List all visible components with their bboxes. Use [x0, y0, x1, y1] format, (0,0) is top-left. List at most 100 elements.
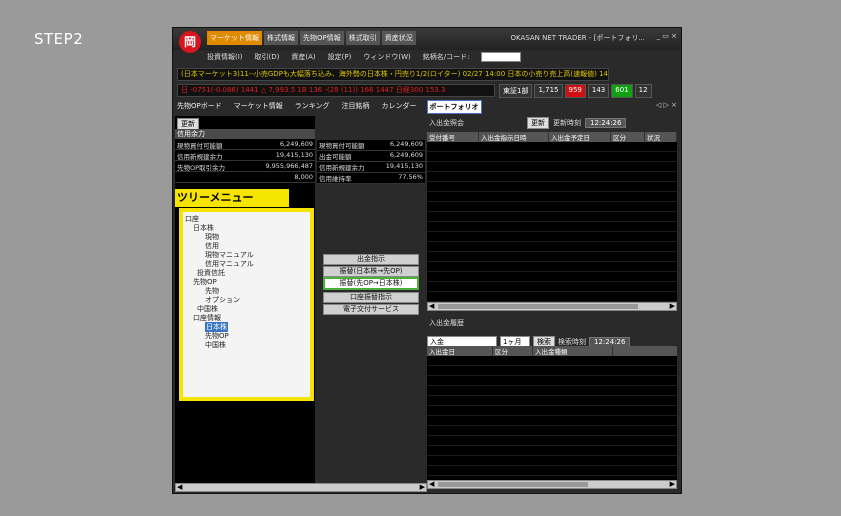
left-row: 信用新規建余力 19,415,130 — [175, 151, 315, 161]
transfer-to-futures-button[interactable]: 振替(日本株→先OP) — [323, 266, 419, 277]
tab-market-info[interactable]: マーケット情報 — [232, 100, 285, 114]
scroll-left-icon[interactable]: ◀ — [177, 483, 182, 491]
mid-row: 出金可能額 6,249,609 — [317, 151, 425, 162]
tab-watch[interactable]: 注目銘柄 — [340, 100, 372, 114]
row-value: 6,249,609 — [389, 140, 423, 148]
col-header[interactable]: 入出金予定日 — [549, 132, 611, 142]
top-tab-futures-info[interactable]: 先物OP情報 — [300, 31, 344, 45]
app-logo-icon: 岡 — [179, 31, 201, 53]
update-time-label: 更新時刻 — [553, 119, 581, 127]
index-ticker: 日 -0751(-0.086) 1441 △ 7,993.5 1B 136 -(… — [177, 84, 495, 97]
row-value: 6,249,609 — [279, 140, 313, 148]
menu-bar: 投資情報(I) 取引(D) 資産(A) 設定(P) ウィンドウ(W) 銘柄名/コ… — [207, 52, 677, 66]
left-row: 現物買付可能額 6,249,609 — [175, 140, 315, 150]
panel-title: 入出金照会 — [429, 119, 464, 127]
step-label: STEP2 — [34, 30, 84, 48]
row-label: 先物OP取引余力 — [177, 164, 226, 172]
scroll-left-icon[interactable]: ◀ — [429, 302, 434, 310]
row-label: 信用新規建余力 — [319, 164, 365, 172]
scroll-left-icon[interactable]: ◀ — [429, 480, 434, 488]
col-header[interactable]: 入出金種類 — [533, 346, 613, 356]
left-horizontal-scrollbar[interactable]: ◀ ▶ — [175, 483, 427, 492]
code-label: 銘柄名/コード: — [422, 53, 470, 61]
scroll-thumb[interactable] — [438, 304, 638, 309]
left-header: 信用余力 — [175, 129, 315, 139]
row-label: 現物買付可能額 — [177, 142, 223, 150]
row-value: 8,000 — [294, 173, 313, 181]
top-tab-stock-trade[interactable]: 株式取引 — [345, 31, 380, 45]
scroll-thumb[interactable] — [438, 482, 588, 487]
tab-ranking[interactable]: ランキング — [293, 100, 332, 114]
update-button[interactable]: 更新 — [527, 117, 549, 129]
row-label: 出金可能額 — [319, 153, 352, 161]
stat-2: 959 — [564, 84, 586, 98]
mid-row: 現物買付可能額 6,249,609 — [317, 140, 425, 151]
top-tab-assets[interactable]: 資産状況 — [381, 31, 416, 45]
row-value: 19,415,130 — [385, 162, 423, 170]
account-transfer-button[interactable]: 口座振替指示 — [323, 292, 419, 303]
col-header[interactable]: 受付番号 — [427, 132, 479, 142]
stat-5: 12 — [634, 84, 652, 98]
row-value: 19,415,130 — [275, 151, 313, 159]
scroll-right-icon[interactable]: ▶ — [670, 302, 675, 310]
top-tab-stock-info[interactable]: 株式情報 — [264, 31, 298, 45]
market-select[interactable]: 東証1部 — [499, 84, 533, 98]
mid-row: 信用維持率 77.56% — [317, 173, 425, 184]
row-label: 信用新規建余力 — [177, 153, 223, 161]
app-window: 岡 マーケット情報 株式情報 先物OP情報 株式取引 資産状況 OKASAN N… — [172, 27, 682, 494]
panel-title: 入出金履歴 — [429, 319, 464, 327]
menu-invest-info[interactable]: 投資情報(I) — [207, 52, 243, 66]
tree-menu: 口座 日本株 現物 信用 現物マニュアル 信用マニュアル 投資信託 先物OP 先… — [179, 208, 314, 401]
horizontal-scrollbar[interactable]: ◀ ▶ — [427, 480, 677, 489]
menu-assets[interactable]: 資産(A) — [291, 52, 315, 66]
row-value: 6,249,609 — [389, 151, 423, 159]
top-tab-market[interactable]: マーケット情報 — [207, 31, 262, 45]
transfer-to-stock-button[interactable]: 振替(先OP→日本株) — [323, 277, 419, 290]
col-header[interactable]: 区分 — [493, 346, 533, 356]
tab-controls[interactable]: ◁ ▷ × — [654, 100, 679, 114]
tab-futures-board[interactable]: 先物OPボード — [175, 100, 224, 114]
market-stats: 東証1部 1,715 959 143 601 12 — [499, 84, 652, 98]
deposit-inquiry-panel: 入出金照会 更新 更新時刻 12:24:26 受付番号 入出金指示日時 入出金予… — [427, 116, 677, 312]
col-header[interactable]: 状況 — [645, 132, 677, 142]
tab-portfolio[interactable]: ポートフォリオ — [426, 100, 482, 114]
horizontal-scrollbar[interactable]: ◀ ▶ — [427, 302, 677, 311]
grid-header: 受付番号 入出金指示日時 入出金予定日 区分 状況 — [427, 132, 677, 142]
row-value: 77.56% — [398, 173, 423, 181]
col-header[interactable]: 入出金日 — [427, 346, 493, 356]
row-label: 信用維持率 — [319, 175, 352, 183]
news-ticker: (日本マーケット3)11--小売GDPも大幅落ち込み、海外勢の日本株・円売り1/… — [177, 68, 609, 81]
left-row: 8,000 — [175, 173, 315, 183]
row-label: 現物買付可能額 — [319, 142, 365, 150]
row-value: 9,955,966,487 — [265, 162, 313, 170]
tree-item[interactable]: 中国株 — [205, 340, 226, 350]
tab-calendar[interactable]: カレンダー — [380, 100, 419, 114]
scroll-right-icon[interactable]: ▶ — [420, 483, 425, 491]
menu-settings[interactable]: 設定(P) — [328, 52, 352, 66]
withdraw-button[interactable]: 出金指示 — [323, 254, 419, 265]
grid-body — [427, 356, 677, 480]
stat-1: 1,715 — [534, 84, 563, 98]
window-title: OKASAN NET TRADER - [ポートフォリ... — [510, 34, 645, 42]
tab-bar: 先物OPボード マーケット情報 ランキング 注目銘柄 カレンダー ポートフォリオ… — [175, 100, 679, 114]
title-bar: 岡 マーケット情報 株式情報 先物OP情報 株式取引 資産状況 OKASAN N… — [173, 28, 681, 53]
col-header[interactable]: 区分 — [611, 132, 645, 142]
panel-toolbar: 更新 更新時刻 12:24:26 — [527, 117, 627, 129]
col-header[interactable]: 入出金指示日時 — [479, 132, 549, 142]
stat-3: 143 — [587, 84, 610, 98]
window-controls[interactable]: _ ▭ × — [657, 32, 677, 40]
grid-body — [427, 142, 677, 302]
mid-row: 信用新規建余力 19,415,130 — [317, 162, 425, 173]
code-input[interactable] — [481, 52, 522, 62]
e-delivery-button[interactable]: 電子交付サービス — [323, 304, 419, 315]
top-tabs: マーケット情報 株式情報 先物OP情報 株式取引 資産状況 — [207, 31, 416, 45]
grid-header: 入出金日 区分 入出金種類 — [427, 346, 677, 356]
stat-4: 601 — [611, 84, 633, 98]
left-row: 先物OP取引余力 9,955,966,487 — [175, 162, 315, 172]
deposit-history-panel: 入出金履歴 入金 1ヶ月 検索 検索時刻 12:24:26 入出金日 区分 入出… — [427, 316, 677, 491]
menu-trade[interactable]: 取引(D) — [255, 52, 280, 66]
tree-menu-label: ツリーメニュー — [175, 189, 289, 207]
menu-window[interactable]: ウィンドウ(W) — [363, 52, 410, 66]
scroll-right-icon[interactable]: ▶ — [670, 480, 675, 488]
mid-panel: 現物買付可能額 6,249,609 出金可能額 6,249,609 信用新規建余力 1… — [317, 116, 425, 491]
